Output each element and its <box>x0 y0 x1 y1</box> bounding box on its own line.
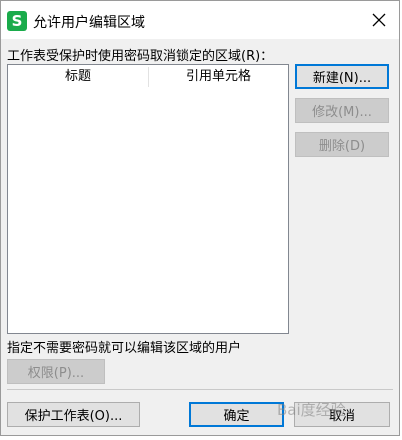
title-bar[interactable]: S 允许用户编辑区域 <box>1 1 399 39</box>
users-label: 指定不需要密码就可以编辑该区域的用户 <box>7 341 242 356</box>
new-button[interactable]: 新建(N)... <box>295 64 389 89</box>
delete-button[interactable]: 删除(D) <box>295 132 389 157</box>
close-icon[interactable] <box>369 10 389 30</box>
permissions-button[interactable]: 权限(P)... <box>7 359 105 384</box>
separator <box>7 389 393 390</box>
watermark: Bai度经验 <box>277 401 346 419</box>
ranges-list[interactable]: 标题 引用单元格 <box>7 64 289 334</box>
allow-users-edit-ranges-dialog: S 允许用户编辑区域 工作表受保护时使用密码取消锁定的区域(R)： 标题 引用单… <box>0 0 400 436</box>
column-header-title[interactable]: 标题 <box>8 65 148 89</box>
ok-button[interactable]: 确定 <box>189 402 284 427</box>
ranges-label: 工作表受保护时使用密码取消锁定的区域(R)： <box>7 49 274 64</box>
dialog-title: 允许用户编辑区域 <box>33 15 145 31</box>
protect-sheet-button[interactable]: 保护工作表(O)... <box>7 402 140 427</box>
app-logo-icon: S <box>7 11 27 31</box>
modify-button[interactable]: 修改(M)... <box>295 98 389 123</box>
column-header-reference[interactable]: 引用单元格 <box>149 65 288 89</box>
